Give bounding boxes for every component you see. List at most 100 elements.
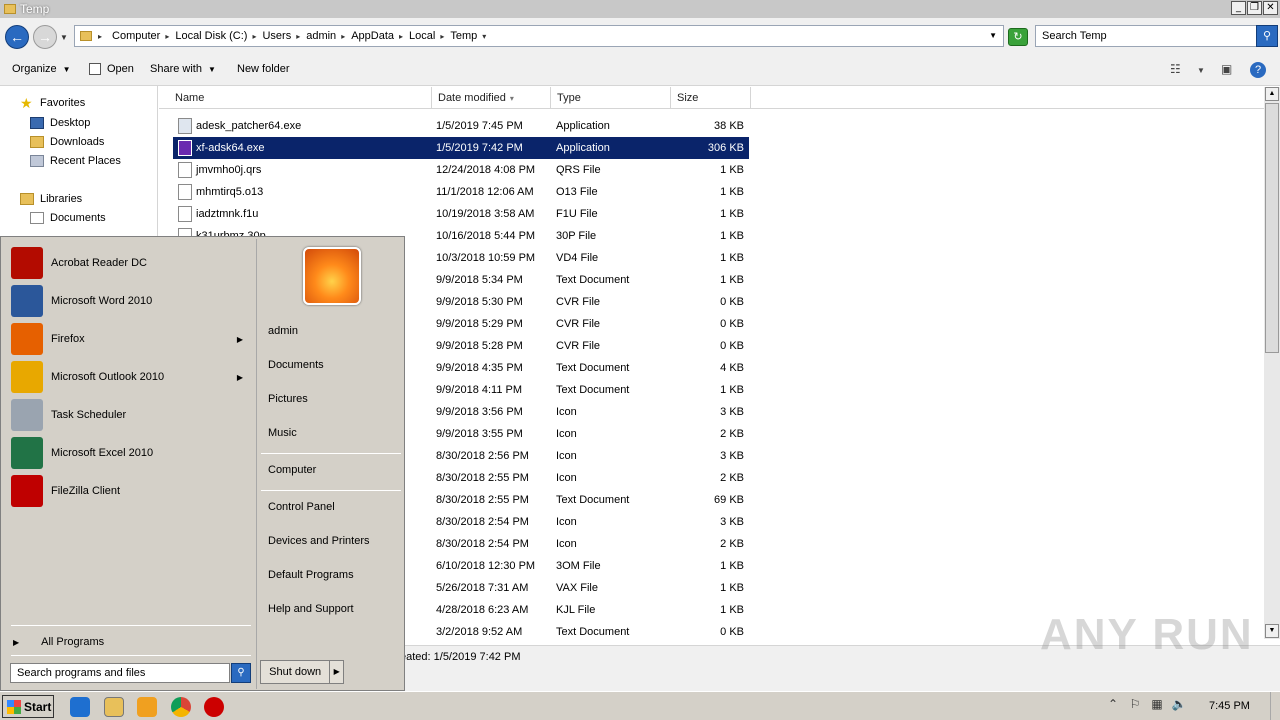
action-center-flag-icon[interactable]: ⚐ [1127,696,1143,712]
start-item-computer[interactable]: Computer [268,464,316,476]
column-name[interactable]: Name [169,87,432,109]
chevron-right-icon[interactable]: ▸ [252,32,256,41]
start-program-item[interactable]: Firefox ▶ [11,321,251,357]
start-item-admin[interactable]: admin [268,325,298,337]
start-item-control-panel[interactable]: Control Panel [268,501,335,513]
start-item-help-support[interactable]: Help and Support [268,603,354,615]
volume-icon[interactable]: 🔈 [1171,696,1187,712]
refresh-button[interactable]: ↻ [1008,28,1028,46]
close-button[interactable]: ✕ [1263,1,1278,15]
nav-downloads[interactable]: Downloads [30,136,104,148]
search-input[interactable]: Search Temp [1035,25,1257,47]
breadcrumb-admin[interactable]: admin ▸ [306,30,345,42]
show-desktop-button[interactable] [1270,692,1280,720]
start-program-item[interactable]: Acrobat Reader DC [11,245,251,281]
chevron-right-icon[interactable]: ▸ [399,32,403,41]
breadcrumb-local-disk[interactable]: Local Disk (C:) ▸ [175,30,256,42]
start-item-documents[interactable]: Documents [268,359,324,371]
address-dropdown-icon[interactable]: ▼ [989,31,997,40]
start-menu-programs: ▶ All Programs Search programs and files … [3,239,254,689]
file-size: 1 KB [720,384,744,396]
command-bar: Organize ▼ Open Share with ▼ New folder ☷ … [0,54,1280,86]
breadcrumb-appdata[interactable]: AppData ▸ [351,30,403,42]
share-with-menu[interactable]: Share with ▼ [150,63,216,75]
search-icon[interactable]: ⚲ [231,663,251,683]
file-date: 11/1/2018 12:06 AM [436,186,534,198]
taskbar-clock[interactable]: 7:45 PM [1209,700,1250,712]
file-row[interactable]: iadztmnk.f1u 10/19/2018 3:58 AM F1U File 1 … [173,203,749,225]
shutdown-button[interactable]: Shut down ▶ [260,660,344,684]
recent-pages-dropdown[interactable]: ▼ [60,33,68,42]
maximize-button[interactable]: ❐ [1247,1,1262,15]
preview-pane-icon[interactable]: ▣ [1221,62,1232,76]
start-program-item[interactable]: Microsoft Outlook 2010 ▶ [11,359,251,395]
file-explorer-icon[interactable] [104,697,124,717]
start-program-item[interactable]: Microsoft Word 2010 [11,283,251,319]
start-search-input[interactable]: Search programs and files [10,663,230,683]
breadcrumb-computer[interactable]: Computer ▸ [112,30,169,42]
internet-explorer-icon[interactable] [70,697,90,717]
view-options-icon[interactable]: ☷ [1170,62,1181,76]
nav-libraries[interactable]: Libraries [20,193,82,205]
all-programs-button[interactable]: ▶ All Programs [13,636,104,648]
file-date: 5/26/2018 7:31 AM [436,582,529,594]
nav-favorites[interactable]: ★ Favorites [20,96,85,110]
media-player-icon[interactable] [137,697,157,717]
nav-recent-places[interactable]: Recent Places [30,155,121,167]
breadcrumb-temp[interactable]: Temp ▾ [450,30,486,42]
start-item-music[interactable]: Music [268,427,297,439]
column-type[interactable]: Type [551,87,671,109]
chevron-right-icon[interactable]: ▸ [296,32,300,41]
chevron-right-icon[interactable]: ▸ [165,32,169,41]
forward-button[interactable]: → [33,25,57,49]
file-row[interactable]: jmvmho0j.qrs 12/24/2018 4:08 PM QRS File 1 … [173,159,749,181]
start-program-item[interactable]: Task Scheduler [11,397,251,433]
file-row[interactable]: adesk_patcher64.exe 1/5/2019 7:45 PM Appli… [173,115,749,137]
file-type: 3OM File [556,560,601,572]
breadcrumb-label: Computer [112,30,161,42]
start-item-default-programs[interactable]: Default Programs [268,569,354,581]
back-button[interactable]: ← [5,25,29,49]
file-type: Icon [556,472,577,484]
start-item-devices-printers[interactable]: Devices and Printers [268,535,370,547]
new-folder-button[interactable]: New folder [237,63,290,75]
breadcrumb-users[interactable]: Users ▸ [262,30,300,42]
shutdown-options-arrow[interactable]: ▶ [329,661,343,683]
vertical-scrollbar[interactable]: ▲ ▼ [1264,87,1280,639]
help-icon[interactable]: ? [1250,62,1266,78]
user-avatar[interactable] [303,247,361,305]
program-label: Firefox [51,333,85,345]
breadcrumb-root-arrow[interactable]: ▸ [98,32,106,41]
address-row: ← → ▼ ▸ Computer ▸ Local Disk (C:) ▸ Users… [0,18,1280,54]
nav-documents[interactable]: Documents [30,212,106,224]
column-date-modified[interactable]: Date modified ▾ [432,87,551,109]
address-bar[interactable]: ▸ Computer ▸ Local Disk (C:) ▸ Users ▸ admi… [74,25,1004,47]
nav-label: Documents [50,212,106,224]
chevron-down-icon[interactable]: ▾ [482,32,486,41]
chevron-right-icon[interactable]: ▸ [341,32,345,41]
breadcrumb-local[interactable]: Local ▸ [409,30,444,42]
file-date: 3/2/2018 9:52 AM [436,626,523,638]
start-item-pictures[interactable]: Pictures [268,393,308,405]
search-icon[interactable]: ⚲ [1256,25,1278,47]
open-button[interactable]: Open [89,63,134,75]
start-program-item[interactable]: Microsoft Excel 2010 [11,435,251,471]
chevron-down-icon[interactable]: ▼ [1197,66,1205,75]
minimize-button[interactable]: _ [1231,1,1246,15]
show-hidden-icons-icon[interactable]: ⌃ [1105,696,1121,712]
column-size[interactable]: Size [671,87,751,109]
network-icon[interactable]: ▦ [1149,696,1165,712]
scroll-down-button[interactable]: ▼ [1265,624,1279,638]
start-button[interactable]: Start [2,695,54,718]
opera-icon[interactable] [204,697,224,717]
start-program-item[interactable]: FileZilla Client [11,473,251,509]
file-row[interactable]: xf-adsk64.exe 1/5/2019 7:42 PM Application… [173,137,749,159]
nav-desktop[interactable]: Desktop [30,117,90,129]
scroll-up-button[interactable]: ▲ [1265,87,1279,101]
chrome-icon[interactable] [171,697,191,717]
program-label: Acrobat Reader DC [51,257,147,269]
scroll-thumb[interactable] [1265,103,1279,353]
file-row[interactable]: mhmtirq5.o13 11/1/2018 12:06 AM O13 File 1 … [173,181,749,203]
chevron-right-icon[interactable]: ▸ [440,32,444,41]
organize-menu[interactable]: Organize ▼ [12,63,71,75]
